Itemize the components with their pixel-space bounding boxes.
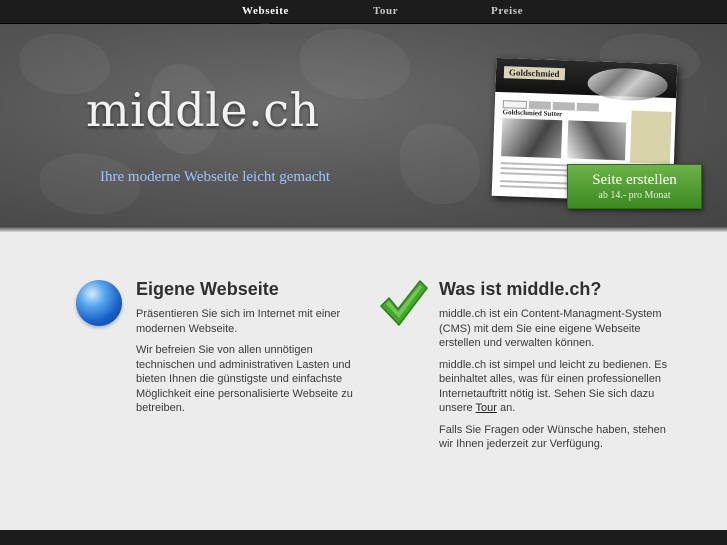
nav-item-preise[interactable]: Preise <box>491 5 523 17</box>
contact-text: Falls Sie Fragen oder Wünsche haben, ste… <box>439 423 666 451</box>
preview-tabs <box>502 95 601 112</box>
own-website-title: Eigene Webseite <box>136 279 279 299</box>
top-navigation: Webseite Tour Preise <box>0 0 727 24</box>
site-logo[interactable]: middle.ch <box>86 83 320 137</box>
preview-photo <box>566 120 627 161</box>
globe-icon <box>76 280 122 326</box>
own-website-text: Wir befreien Sie von allen unnötigen tec… <box>136 344 353 414</box>
create-site-button[interactable]: Seite erstellen ab 14.- pro Monat <box>567 164 702 209</box>
own-website-intro: Präsentieren Sie sich im Internet mit ei… <box>136 308 341 335</box>
what-is-title: Was ist middle.ch? <box>439 279 602 299</box>
preview-heading: Goldschmied Sutter <box>502 108 563 119</box>
preview-sidebar <box>629 110 672 164</box>
what-is-features: middle.ch ist simpel und leicht zu bedie… <box>439 358 669 416</box>
features-text: middle.ch ist simpel und leicht zu bedie… <box>439 358 668 415</box>
own-website-section: Eigene Webseite Präsentieren Sie sich im… <box>136 279 366 423</box>
tour-link[interactable]: Tour <box>476 402 497 414</box>
what-is-text: middle.ch ist ein Content-Managment-Syst… <box>439 308 662 349</box>
what-is-section: Was ist middle.ch? middle.ch ist ein Con… <box>439 279 669 459</box>
footer-bar <box>0 530 727 545</box>
checkmark-icon <box>380 280 428 326</box>
hero-shadow <box>0 226 727 232</box>
preview-tab <box>576 102 599 112</box>
hero-decoration <box>400 124 480 204</box>
features-text-end: an. <box>496 402 516 414</box>
nav-item-tour[interactable]: Tour <box>373 5 398 17</box>
preview-header: Goldschmied <box>495 57 678 102</box>
preview-site-title: Goldschmied <box>503 66 565 81</box>
create-site-label: Seite erstellen <box>592 172 677 188</box>
tagline: Ihre moderne Webseite leicht gemacht <box>100 169 331 185</box>
preview-photo <box>501 118 563 159</box>
nav-item-webseite[interactable]: Webseite <box>242 5 289 17</box>
price-label: ab 14.- pro Monat <box>598 190 671 201</box>
ring-image <box>587 67 669 102</box>
